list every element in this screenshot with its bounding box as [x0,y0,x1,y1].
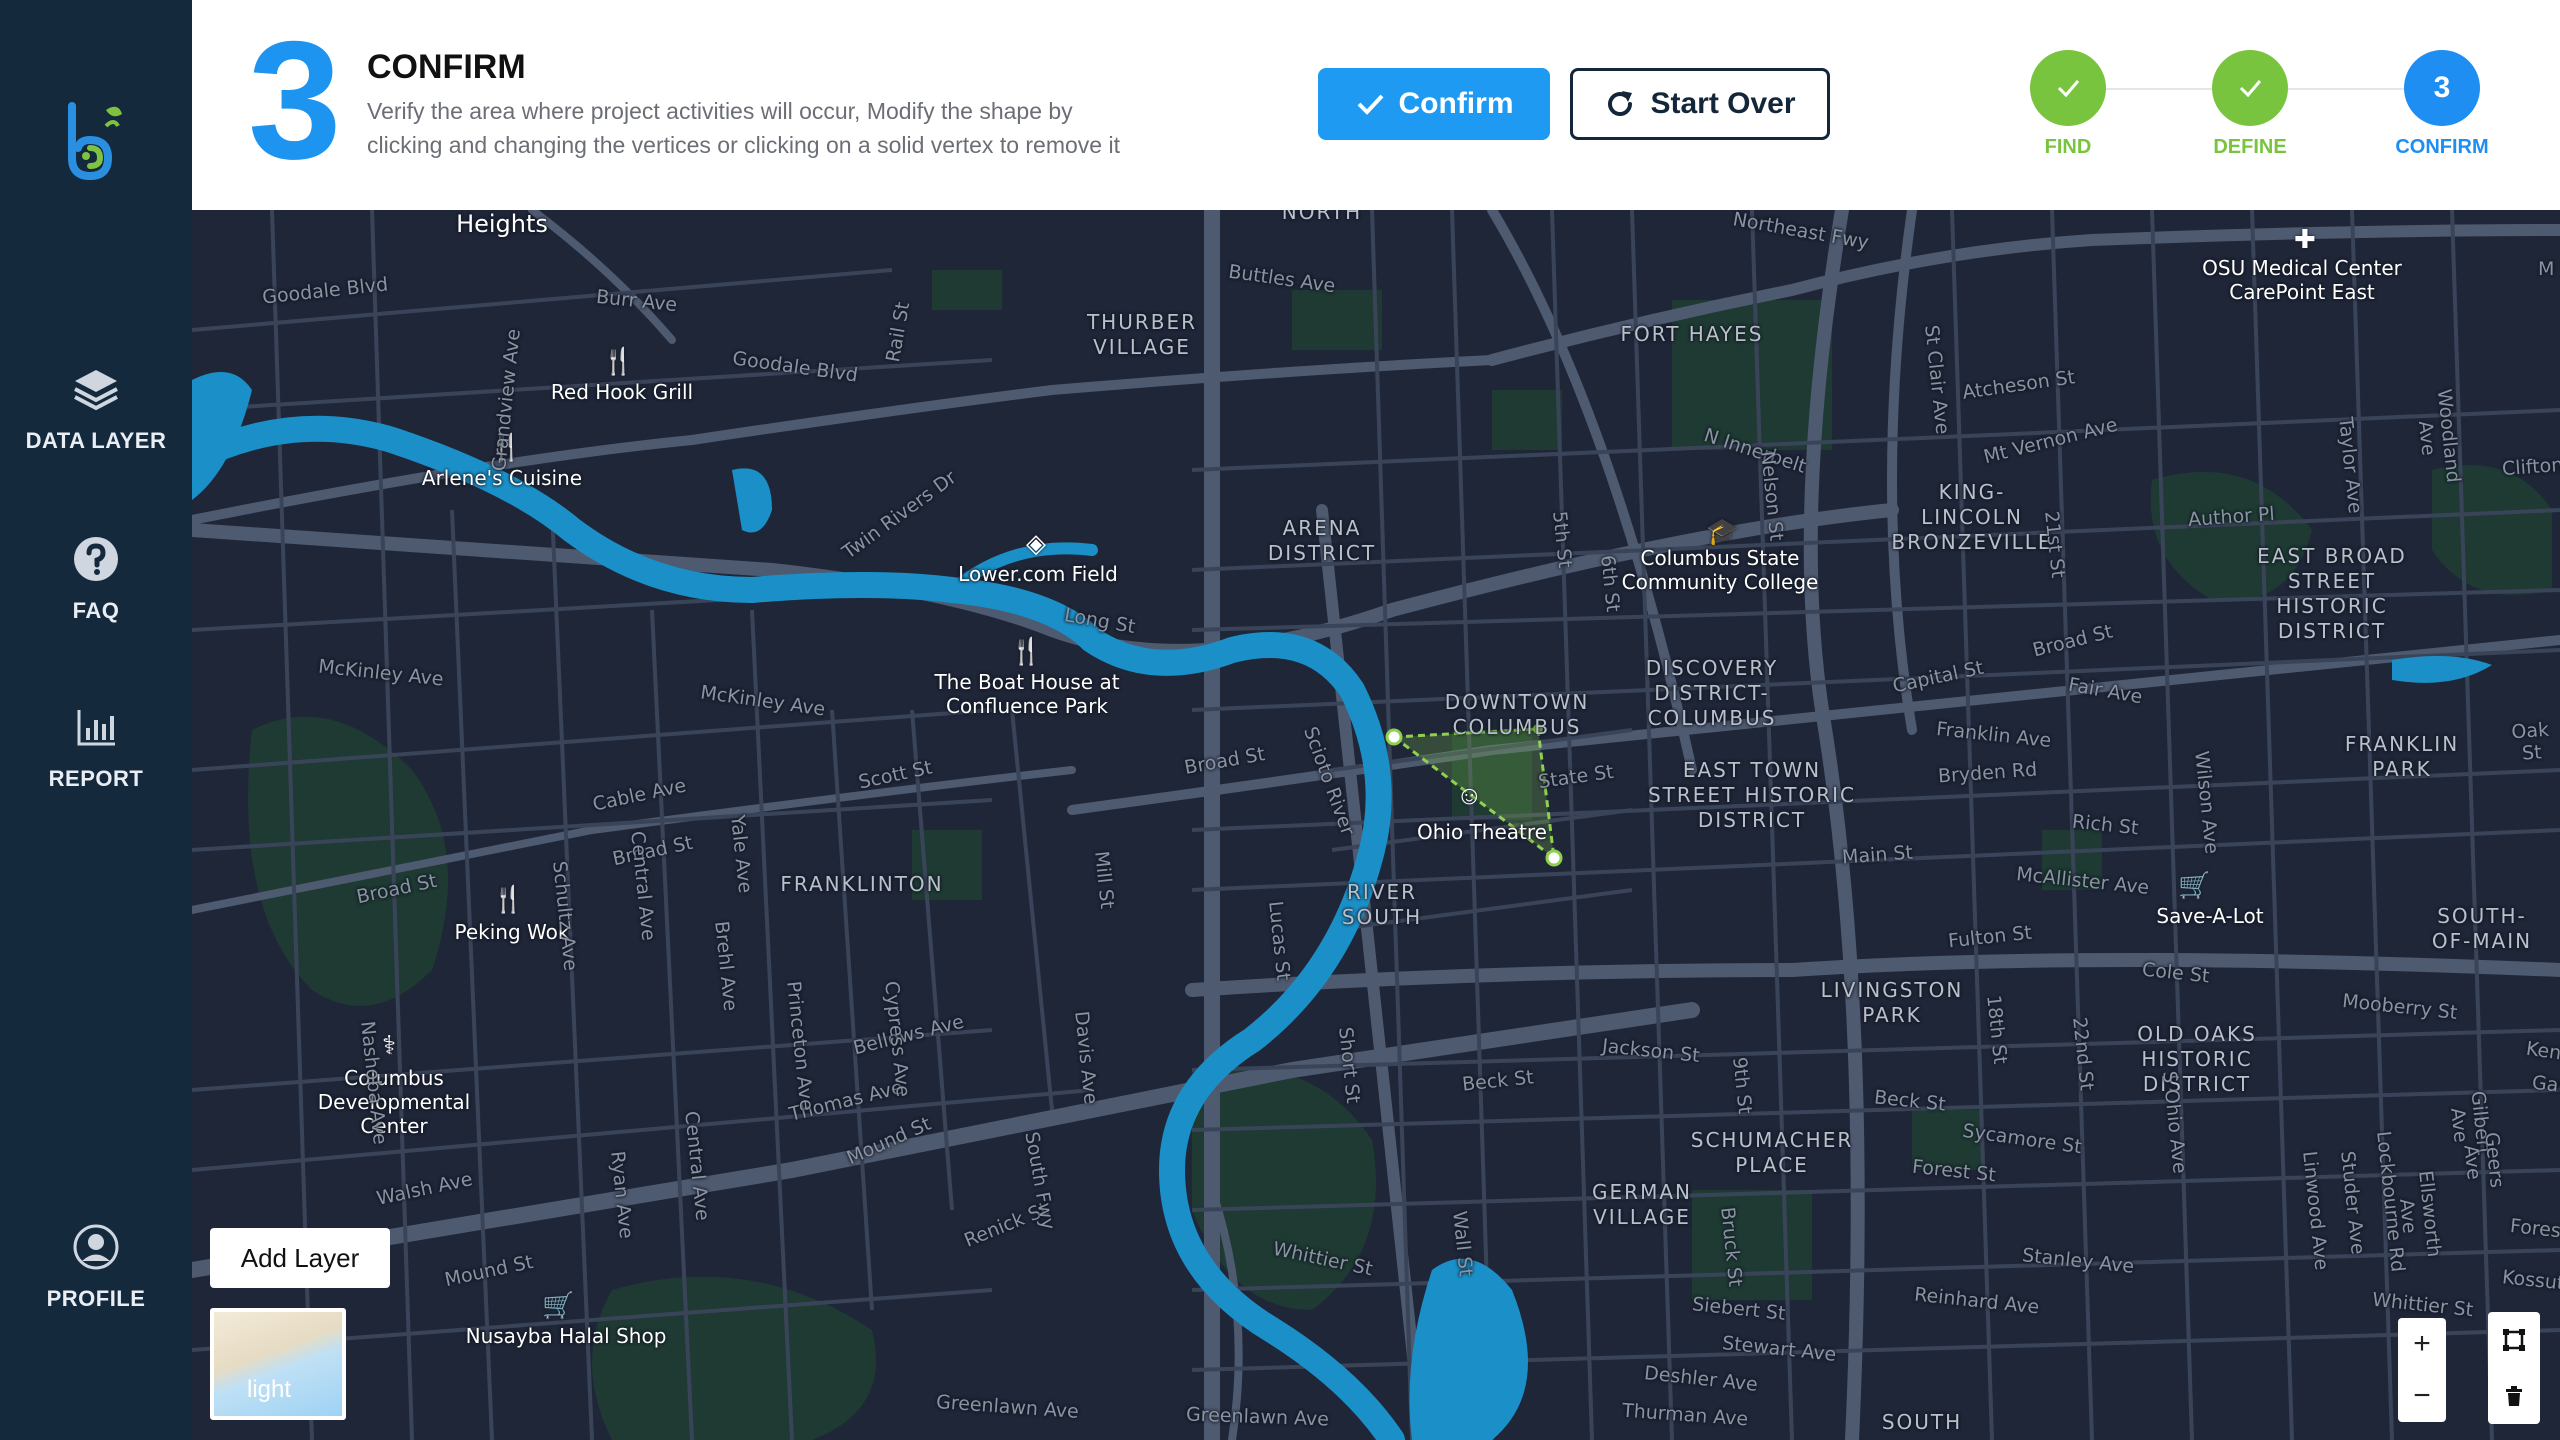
step-number: 3 [248,6,342,194]
district-label: NORTH [1281,210,1363,224]
map-canvas[interactable]: 🍴 🍴 ◈ 🍴 ☺ 🍴 ⚕ 🛒 🎓 ✚ 🛒 Red Hook Grill Arl… [192,210,2560,1440]
street-label: Clifton [2501,453,2560,481]
hospital-icon[interactable]: ✚ [2294,224,2316,255]
draw-polygon-button[interactable] [2488,1312,2540,1368]
step-connector [2106,88,2214,90]
poi-label: OSU Medical Center CarePoint East [2202,256,2402,304]
district-label: EAST TOWN STREET HISTORIC DISTRICT [1647,758,1856,832]
confirm-button[interactable]: Confirm [1318,68,1550,140]
district-label: EAST BROAD STREET HISTORIC DISTRICT [2257,544,2407,643]
basemap-toggle[interactable]: light [210,1308,346,1420]
shop-icon[interactable]: 🛒 [2178,870,2210,901]
add-layer-button[interactable]: Add Layer [210,1228,390,1288]
page-title: CONFIRM [367,48,526,86]
district-label: FORT HAYES [1620,322,1764,346]
restaurant-icon[interactable]: 🍴 [602,346,634,377]
nav-faq-label: FAQ [72,598,120,623]
nav-report-label: REPORT [48,766,144,791]
layers-icon [74,370,118,411]
nav-faq[interactable]: FAQ [0,534,192,624]
district-label: FRANKLINTON [780,872,944,896]
poi-label: Red Hook Grill [550,380,694,404]
user-icon [73,1224,119,1270]
step-find[interactable] [2030,50,2106,126]
poi-label: Nusayba Halal Shop [465,1324,667,1348]
step-define-label: DEFINE [2213,136,2287,158]
restaurant-icon[interactable]: 🍴 [1010,636,1042,667]
poi-label: Columbus Developmental Center [317,1066,471,1138]
app-logo [68,102,122,181]
zoom-out-button[interactable]: − [2398,1370,2446,1422]
nav-data-layer-label: DATA LAYER [25,428,167,453]
refresh-icon [1608,91,1633,116]
district-label: THURBER VILLAGE [1086,310,1198,359]
step-define[interactable] [2212,50,2288,126]
trash-icon [2506,1386,2522,1406]
poi-label: Save-A-Lot [2156,904,2264,928]
district-label: SOUTH- OF-MAIN [2431,904,2533,953]
poi-label: Lower.com Field [958,562,1118,586]
street-label: Geers Ave [2459,1131,2508,1189]
nav-profile-label: PROFILE [46,1286,146,1311]
zoom-control: + − [2398,1318,2446,1422]
start-over-button[interactable]: Start Over [1570,68,1830,140]
theatre-icon[interactable]: ☺ [1456,780,1483,811]
step-confirm[interactable]: 3 [2404,50,2480,126]
restaurant-icon[interactable]: 🍴 [492,884,524,915]
street-label: M [2538,258,2555,280]
street-label: Oak St [2510,718,2550,765]
check-icon [2057,80,2080,98]
check-icon [1357,94,1383,115]
check-icon [2239,80,2262,98]
zoom-in-button[interactable]: + [2398,1318,2446,1370]
poi-label: Columbus State Community College [1621,546,1819,594]
district-label: GERMAN VILLAGE [1592,1180,1692,1229]
nav-report[interactable]: REPORT [0,702,192,792]
start-over-button-label: Start Over [1650,87,1796,120]
poi-label: Ohio Theatre [1417,820,1547,844]
shop-icon[interactable]: 🛒 [542,1290,574,1321]
step-find-label: FIND [2044,136,2092,158]
district-label: LIVINGSTON PARK [1820,978,1964,1027]
nav-data-layer[interactable]: DATA LAYER [0,364,192,454]
district-label: SOUTH [1881,1410,1963,1434]
bar-chart-icon [77,710,115,746]
step-connector [2288,88,2404,90]
help-icon [74,537,118,581]
poi-label: Heights [456,210,548,238]
district-label: RIVER SOUTH [1341,880,1423,929]
school-icon[interactable]: 🎓 [1706,516,1738,547]
sidebar: DATA LAYER FAQ REPORT PROFILE [0,0,192,1440]
page-description: Verify the area where project activities… [367,98,1120,158]
district-label: SCHUMACHER PLACE [1690,1128,1854,1177]
stadium-icon[interactable]: ◈ [1026,528,1046,559]
step-confirm-label: CONFIRM [2395,136,2489,158]
nav-profile[interactable]: PROFILE [0,1222,192,1312]
district-label: DOWNTOWN COLUMBUS [1444,690,1590,739]
polygon-icon [2503,1329,2525,1351]
basemap-label: light [246,1376,292,1403]
district-label: DISCOVERY DISTRICT- COLUMBUS [1645,656,1779,730]
header: 3 CONFIRM Verify the area where project … [192,0,2560,210]
district-label: ARENA DISTRICT [1267,516,1377,565]
district-label: OLD OAKS HISTORIC DISTRICT [2137,1022,2257,1096]
medical-icon[interactable]: ⚕ [382,1030,396,1061]
district-label: FRANKLIN PARK [2344,732,2460,781]
confirm-button-label: Confirm [1398,87,1514,120]
poi-label: The Boat House at Confluence Park [934,670,1120,718]
delete-shape-button[interactable] [2488,1368,2540,1424]
step-confirm-number: 3 [2433,71,2451,104]
draw-control [2488,1312,2540,1424]
